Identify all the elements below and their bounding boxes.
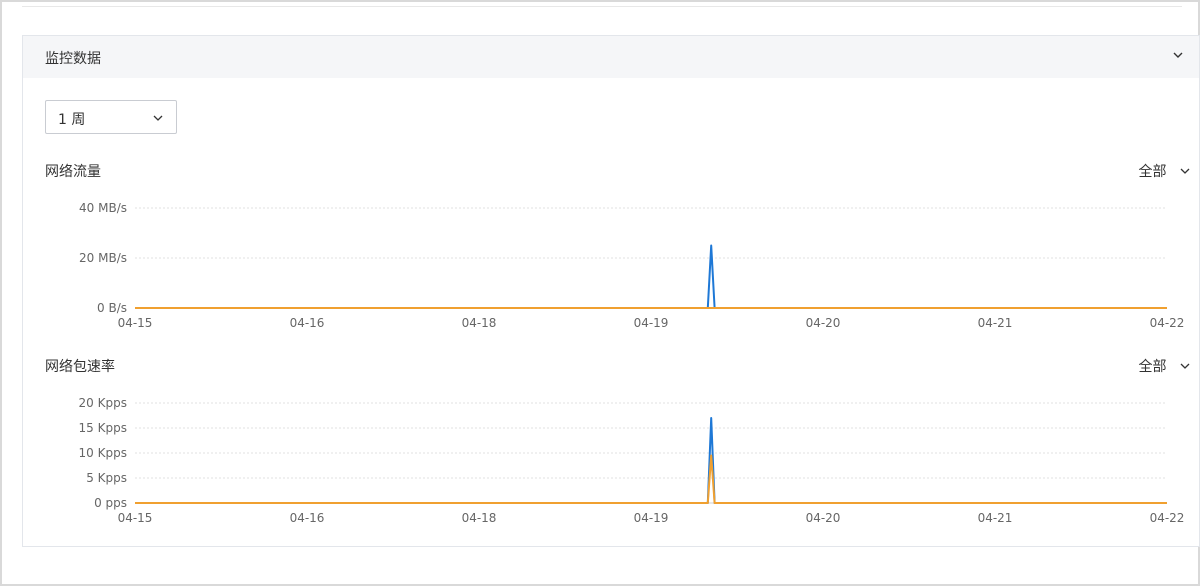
series-line-1: [135, 244, 1167, 309]
x-tick-label: 04-15: [118, 316, 153, 330]
chevron-down-icon[interactable]: [1171, 48, 1185, 62]
chart-svg: 0 pps 5 Kpps 10 Kpps 15 Kpps 20 Kpps 04-15 04-…: [79, 396, 1185, 525]
packet-rate-title: 网络包速率: [45, 359, 115, 375]
panel-title: 监控数据: [45, 51, 101, 67]
y-tick-label: 5 Kpps: [86, 471, 127, 485]
filter-label: 全部: [1138, 359, 1167, 375]
time-range-select[interactable]: 1 周: [45, 100, 177, 134]
y-tick-label: 0 pps: [94, 496, 127, 510]
divider: [22, 6, 1182, 7]
x-tick-label: 04-18: [462, 511, 497, 525]
x-tick-label: 04-20: [806, 316, 841, 330]
chart-svg: 0 B/s 20 MB/s 40 MB/s 04-15 04-16 04-18 04-19 0…: [79, 201, 1185, 330]
network-traffic-filter[interactable]: 全部: [1139, 161, 1191, 181]
chevron-down-icon: [153, 115, 163, 121]
y-tick-label: 20 MB/s: [79, 251, 127, 265]
series-line-1: [135, 417, 1167, 504]
network-traffic-title: 网络流量: [45, 164, 101, 180]
x-tick-label: 04-19: [634, 316, 669, 330]
x-tick-label: 04-22: [1150, 511, 1185, 525]
y-tick-label: 10 Kpps: [79, 446, 127, 460]
x-tick-label: 04-16: [290, 316, 325, 330]
x-tick-label: 04-20: [806, 511, 841, 525]
x-tick-label: 04-15: [118, 511, 153, 525]
x-tick-label: 04-21: [978, 316, 1013, 330]
chevron-down-icon: [1180, 363, 1190, 369]
x-tick-label: 04-16: [290, 511, 325, 525]
y-tick-label: 0 B/s: [97, 301, 127, 315]
time-range-value: 1 周: [58, 112, 86, 128]
monitoring-panel: 监控数据 1 周 网络流量 全部 0 B/s 20 MB/s 40 MB/s 04-1…: [22, 35, 1200, 547]
x-tick-label: 04-22: [1150, 316, 1185, 330]
filter-label: 全部: [1138, 164, 1167, 180]
chevron-down-icon: [1180, 168, 1190, 174]
y-tick-label: 20 Kpps: [79, 396, 127, 410]
panel-header[interactable]: 监控数据: [23, 36, 1199, 78]
series-line-2: [135, 454, 1167, 504]
y-tick-label: 40 MB/s: [79, 201, 127, 215]
x-tick-label: 04-21: [978, 511, 1013, 525]
network-traffic-chart: 0 B/s 20 MB/s 40 MB/s 04-15 04-16 04-18 04-19 0…: [23, 196, 1200, 331]
y-tick-label: 15 Kpps: [79, 421, 127, 435]
x-tick-label: 04-18: [462, 316, 497, 330]
x-tick-label: 04-19: [634, 511, 669, 525]
packet-rate-chart: 0 pps 5 Kpps 10 Kpps 15 Kpps 20 Kpps 04-15 04-…: [23, 391, 1200, 526]
packet-rate-filter[interactable]: 全部: [1139, 356, 1191, 376]
